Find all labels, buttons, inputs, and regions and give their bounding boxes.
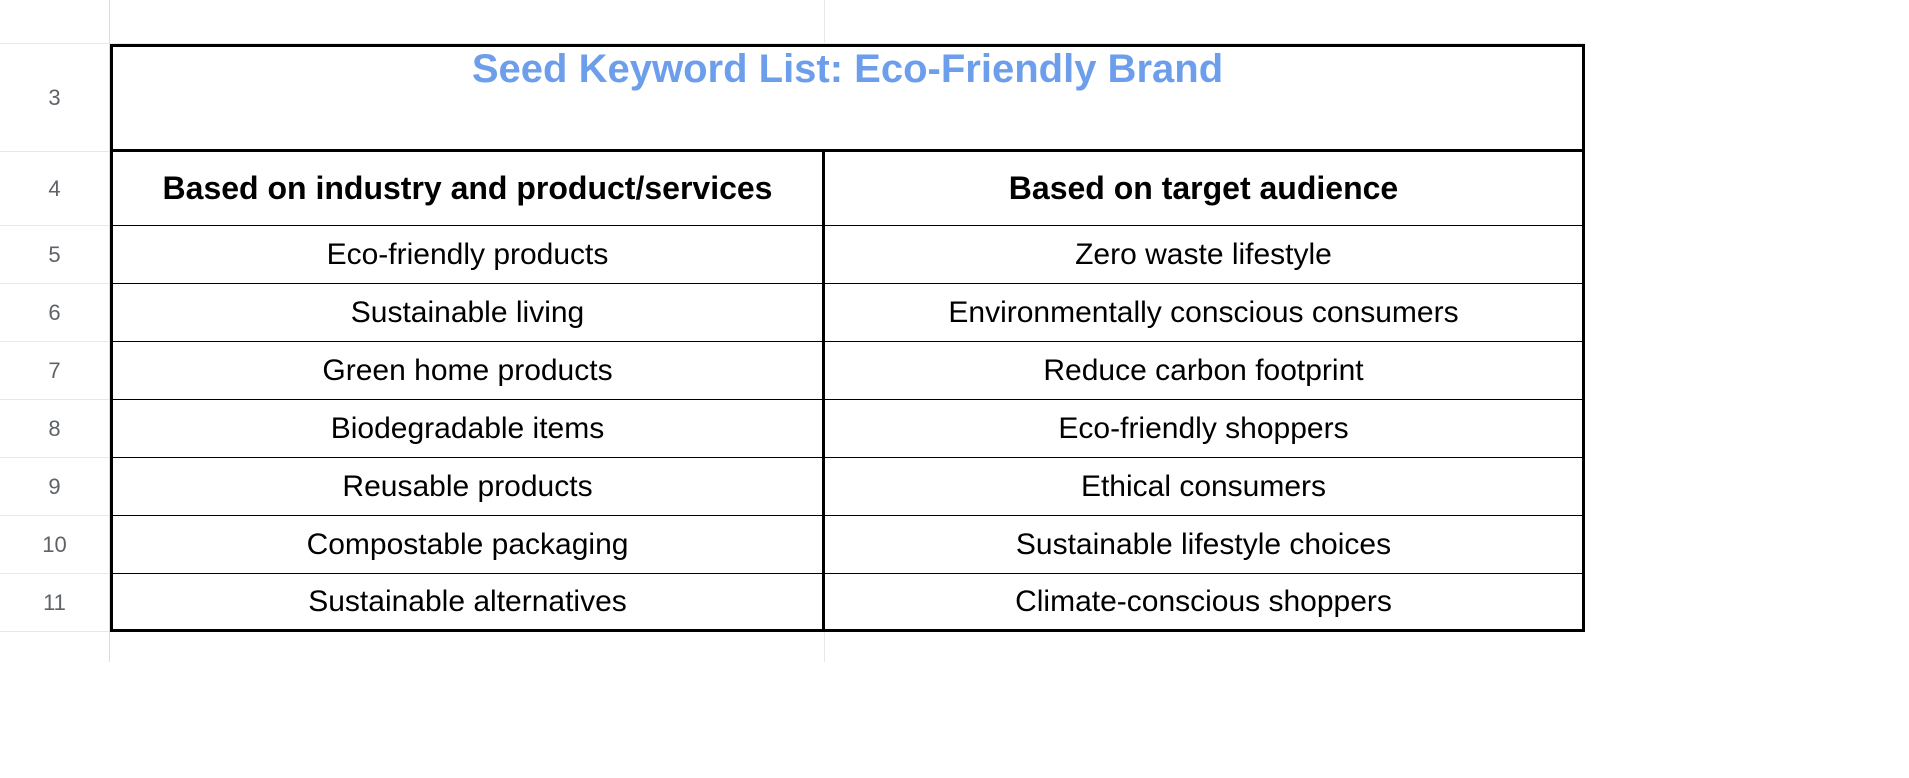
cell-audience[interactable]: Reduce carbon footprint bbox=[825, 342, 1585, 400]
table-row: 7 Green home products Reduce carbon foot… bbox=[0, 342, 1909, 400]
cell-industry[interactable]: Sustainable living bbox=[110, 284, 825, 342]
row-number[interactable]: 6 bbox=[0, 284, 110, 342]
row-number[interactable]: 8 bbox=[0, 400, 110, 458]
cell-audience[interactable]: Sustainable lifestyle choices bbox=[825, 516, 1585, 574]
row-blank-bottom bbox=[0, 632, 1909, 662]
cell-audience[interactable]: Zero waste lifestyle bbox=[825, 226, 1585, 284]
cell-audience[interactable]: Climate-conscious shoppers bbox=[825, 574, 1585, 632]
cell-rest[interactable] bbox=[1585, 574, 1909, 632]
row-number[interactable]: 3 bbox=[0, 44, 110, 152]
row-title: 3 Seed Keyword List: Eco-Friendly Brand bbox=[0, 44, 1909, 152]
cell-rest[interactable] bbox=[1585, 44, 1909, 152]
cell-rest[interactable] bbox=[1585, 342, 1909, 400]
cell-blank-c[interactable] bbox=[825, 0, 1585, 44]
cell-audience[interactable]: Ethical consumers bbox=[825, 458, 1585, 516]
row-number[interactable]: 9 bbox=[0, 458, 110, 516]
cell-audience[interactable]: Eco-friendly shoppers bbox=[825, 400, 1585, 458]
cell-industry[interactable]: Green home products bbox=[110, 342, 825, 400]
cell-blank-b[interactable] bbox=[110, 0, 825, 44]
table-row: 5 Eco-friendly products Zero waste lifes… bbox=[0, 226, 1909, 284]
row-number-blank bbox=[0, 632, 110, 662]
row-number[interactable]: 5 bbox=[0, 226, 110, 284]
table-row: 6 Sustainable living Environmentally con… bbox=[0, 284, 1909, 342]
cell-blank-c[interactable] bbox=[825, 632, 1585, 662]
cell-audience[interactable]: Environmentally conscious consumers bbox=[825, 284, 1585, 342]
row-number[interactable]: 11 bbox=[0, 574, 110, 632]
cell-industry[interactable]: Compostable packaging bbox=[110, 516, 825, 574]
cell-rest[interactable] bbox=[1585, 152, 1909, 226]
spreadsheet-grid[interactable]: 3 Seed Keyword List: Eco-Friendly Brand … bbox=[0, 0, 1909, 662]
row-blank-top bbox=[0, 0, 1909, 44]
cell-rest[interactable] bbox=[1585, 284, 1909, 342]
header-audience[interactable]: Based on target audience bbox=[825, 152, 1585, 226]
cell-blank-b[interactable] bbox=[110, 632, 825, 662]
row-number[interactable]: 7 bbox=[0, 342, 110, 400]
cell-industry[interactable]: Reusable products bbox=[110, 458, 825, 516]
row-number[interactable]: 10 bbox=[0, 516, 110, 574]
row-headers: 4 Based on industry and product/services… bbox=[0, 152, 1909, 226]
table-row: 9 Reusable products Ethical consumers bbox=[0, 458, 1909, 516]
cell-rest[interactable] bbox=[1585, 400, 1909, 458]
cell-industry[interactable]: Biodegradable items bbox=[110, 400, 825, 458]
cell-rest[interactable] bbox=[1585, 226, 1909, 284]
cell-rest[interactable] bbox=[1585, 458, 1909, 516]
table-row: 11 Sustainable alternatives Climate-cons… bbox=[0, 574, 1909, 632]
cell-rest[interactable] bbox=[1585, 516, 1909, 574]
header-industry[interactable]: Based on industry and product/services bbox=[110, 152, 825, 226]
title-cell[interactable]: Seed Keyword List: Eco-Friendly Brand bbox=[110, 44, 1585, 152]
row-number[interactable]: 4 bbox=[0, 152, 110, 226]
cell-industry[interactable]: Eco-friendly products bbox=[110, 226, 825, 284]
cell-blank-rest[interactable] bbox=[1585, 632, 1909, 662]
row-number-blank bbox=[0, 0, 110, 44]
table-row: 10 Compostable packaging Sustainable lif… bbox=[0, 516, 1909, 574]
cell-blank-rest[interactable] bbox=[1585, 0, 1909, 44]
table-row: 8 Biodegradable items Eco-friendly shopp… bbox=[0, 400, 1909, 458]
cell-industry[interactable]: Sustainable alternatives bbox=[110, 574, 825, 632]
